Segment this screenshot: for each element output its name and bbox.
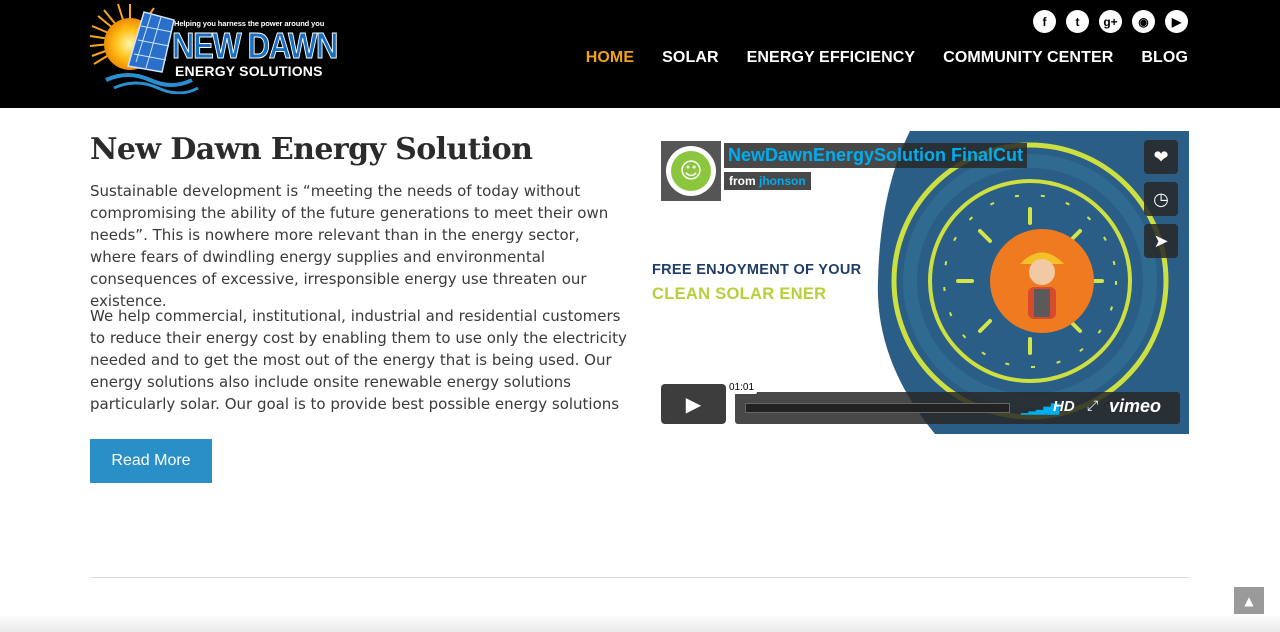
fullscreen-icon[interactable]: ⤢	[1087, 398, 1098, 414]
google-plus-icon[interactable]: g+	[1099, 10, 1122, 33]
read-more-button[interactable]: Read More	[90, 439, 212, 483]
share-icon[interactable]: ➤	[1144, 224, 1178, 258]
hd-button[interactable]: HD	[1053, 398, 1075, 415]
progress-bar[interactable]	[745, 403, 1010, 413]
watch-later-icon[interactable]: ◷	[1144, 182, 1178, 216]
video-overlay-text-2: CLEAN SOLAR ENER	[652, 285, 827, 303]
nav-item-blog[interactable]: BLOG	[1141, 49, 1188, 67]
rss-icon[interactable]: ◉	[1132, 10, 1155, 33]
services-paragraph: We help commercial, institutional, indus…	[90, 307, 627, 413]
main-nav: HOME SOLAR ENERGY EFFICIENCY COMMUNITY C…	[586, 49, 1188, 67]
nav-item-energy-efficiency[interactable]: ENERGY EFFICIENCY	[747, 49, 916, 67]
nav-item-home[interactable]: HOME	[586, 49, 634, 67]
play-button[interactable]: ▶	[661, 384, 726, 424]
video-byline: from jhonson	[724, 172, 811, 190]
logo-title: NEW DAWN	[172, 25, 339, 66]
site-logo[interactable]: Helping you harness the power around you…	[88, 2, 339, 94]
vimeo-video-player[interactable]: ☺ NewDawnEnergySolution FinalCut from jh…	[650, 131, 1189, 434]
footer-shadow	[0, 614, 1280, 632]
chevron-up-icon: ▲	[1244, 594, 1254, 608]
video-title[interactable]: NewDawnEnergySolution FinalCut	[724, 143, 1028, 168]
site-header: Helping you harness the power around you…	[0, 0, 1280, 108]
twitter-icon[interactable]: t	[1066, 10, 1089, 33]
logo-subtitle: ENERGY SOLUTIONS	[175, 63, 323, 79]
video-control-bar: ▁▂▃▅▇ HD ⤢ vimeo	[735, 392, 1180, 424]
smiley-icon: ☺	[671, 151, 711, 191]
like-icon[interactable]: ❤	[1144, 140, 1178, 174]
vimeo-logo[interactable]: vimeo	[1109, 396, 1161, 417]
youtube-icon[interactable]: ▶	[1165, 10, 1188, 33]
author-avatar[interactable]: ☺	[661, 141, 721, 201]
video-author-link[interactable]: jhonson	[759, 174, 806, 188]
time-indicator: 01:01	[726, 381, 758, 394]
back-to-top-button[interactable]: ▲	[1234, 587, 1264, 615]
nav-item-solar[interactable]: SOLAR	[662, 49, 719, 67]
section-divider	[90, 577, 1190, 578]
byline-prefix: from	[729, 174, 756, 188]
play-icon: ▶	[685, 392, 702, 416]
social-links: f t g+ ◉ ▶	[1033, 10, 1188, 33]
nav-item-community-center[interactable]: COMMUNITY CENTER	[943, 49, 1113, 67]
facebook-icon[interactable]: f	[1033, 10, 1056, 33]
intro-paragraph: Sustainable development is “meeting the …	[90, 182, 609, 310]
video-overlay-text-1: FREE ENJOYMENT OF YOUR	[652, 262, 862, 278]
page-title: New Dawn Energy Solution	[90, 132, 533, 167]
